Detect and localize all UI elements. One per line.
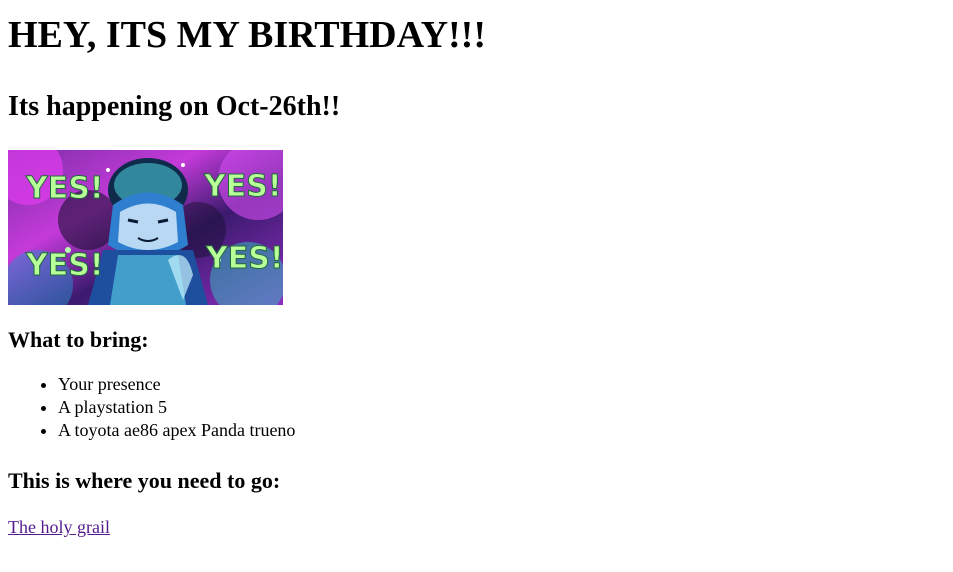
page-title: HEY, ITS MY BIRTHDAY!!! bbox=[8, 14, 486, 56]
bring-list: Your presence A playstation 5 A toyota a… bbox=[8, 373, 945, 442]
yes-gif-image: YES! YES! YES! YES! bbox=[8, 150, 283, 305]
what-to-bring-heading: What to bring: bbox=[8, 327, 149, 352]
list-item: A playstation 5 bbox=[58, 396, 945, 419]
yes-text-1: YES! bbox=[25, 171, 104, 206]
link-container: The holy grail bbox=[8, 516, 945, 539]
yes-text-4: YES! bbox=[205, 241, 283, 276]
yes-text-2: YES! bbox=[203, 169, 282, 204]
page-content: HEY, ITS MY BIRTHDAY!!! Its happening on… bbox=[0, 13, 953, 539]
holy-grail-link[interactable]: The holy grail bbox=[8, 517, 110, 537]
list-item: A toyota ae86 apex Panda trueno bbox=[58, 419, 945, 442]
yes-text-3: YES! bbox=[25, 248, 104, 283]
list-item: Your presence bbox=[58, 373, 945, 396]
page-subtitle: Its happening on Oct-26th!! bbox=[8, 91, 341, 122]
where-to-go-heading: This is where you need to go: bbox=[8, 468, 281, 493]
